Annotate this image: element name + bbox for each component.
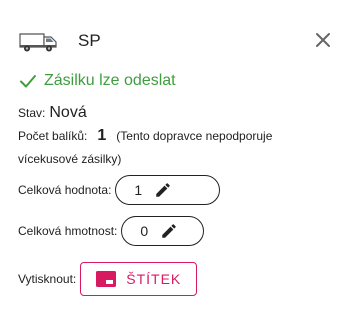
close-icon[interactable] [314, 31, 332, 49]
total-weight-value: 0 [140, 223, 149, 239]
package-count-row: Počet balíků: 1 (Tento dopravce nepodpor… [18, 127, 272, 145]
print-row: Vytisknout: ŠTÍTEK [18, 262, 198, 296]
carrier-name: SP [78, 31, 101, 50]
van-icon [19, 33, 57, 52]
state-row: Stav: Nová [18, 104, 87, 122]
total-weight-edit-button[interactable]: 0 [121, 216, 205, 246]
package-count-label: Počet balíků: [18, 129, 88, 143]
package-note: (Tento dopravce nepodporuje [116, 129, 273, 143]
print-label: Vytisknout: [18, 272, 77, 286]
total-weight-row: Celková hmotnost: 0 [18, 215, 205, 247]
total-value-label: Celková hodnota: [18, 183, 112, 197]
pencil-icon [156, 183, 170, 197]
total-weight-label: Celková hmotnost: [18, 224, 118, 238]
status-text: Zásilku lze odeslat [44, 72, 176, 89]
shipment-status: Zásilku lze odeslat [18, 70, 176, 92]
total-value-row: Celková hodnota: 1 [18, 174, 221, 206]
print-label-button[interactable]: ŠTÍTEK [80, 262, 198, 296]
total-value-edit-button[interactable]: 1 [115, 175, 221, 205]
check-icon [20, 75, 36, 88]
total-value-value: 1 [134, 182, 143, 198]
package-note-continued: vícekusové zásilky) [18, 152, 122, 166]
package-count-value: 1 [97, 127, 107, 144]
pencil-icon [162, 224, 176, 238]
state-value: Nová [49, 104, 87, 121]
print-button-label: ŠTÍTEK [126, 271, 182, 287]
label-icon [96, 271, 117, 287]
state-label: Stav: [18, 106, 46, 120]
dialog-header: SP [0, 0, 350, 60]
